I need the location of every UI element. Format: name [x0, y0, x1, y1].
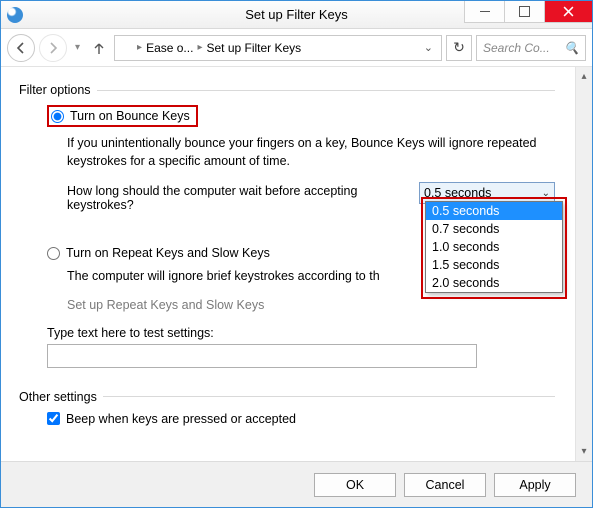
dropdown-option[interactable]: 0.5 seconds — [426, 202, 562, 220]
footer: OK Cancel Apply — [1, 461, 592, 507]
group-filter-options-label: Filter options — [19, 83, 91, 97]
repeat-keys-label: Turn on Repeat Keys and Slow Keys — [66, 246, 270, 260]
close-icon — [563, 6, 574, 17]
chevron-right-icon: ▸ — [197, 42, 202, 53]
bounce-keys-label: Turn on Bounce Keys — [70, 109, 190, 123]
scroll-down-icon[interactable]: ▾ — [581, 442, 586, 461]
group-filter-options: Filter options — [19, 83, 555, 97]
back-button[interactable] — [7, 34, 35, 62]
setup-repeat-keys-link[interactable]: Set up Repeat Keys and Slow Keys — [67, 298, 555, 312]
search-input[interactable]: Search Co... 🔍 — [476, 35, 586, 61]
dropdown-option[interactable]: 0.7 seconds — [426, 220, 562, 238]
cancel-button[interactable]: Cancel — [404, 473, 486, 497]
wait-duration-value: 0.5 seconds — [424, 186, 491, 200]
scrollbar[interactable]: ▴ ▾ — [575, 67, 592, 461]
recent-locations-icon[interactable]: ▾ — [75, 42, 80, 53]
magnify-icon: 🔍 — [564, 41, 579, 55]
beep-checkbox[interactable] — [47, 412, 60, 425]
repeat-keys-radio[interactable] — [47, 247, 60, 260]
test-input[interactable] — [47, 344, 477, 368]
apply-button[interactable]: Apply — [494, 473, 576, 497]
ok-button[interactable]: OK — [314, 473, 396, 497]
wait-duration-dropdown[interactable]: 0.5 seconds 0.7 seconds 1.0 seconds 1.5 … — [425, 201, 563, 293]
breadcrumb[interactable]: ▸ Ease o... ▸ Set up Filter Keys ⌄ — [114, 35, 442, 61]
refresh-button[interactable]: ↻ — [446, 35, 472, 61]
refresh-icon: ↻ — [453, 39, 465, 56]
scroll-up-icon[interactable]: ▴ — [581, 67, 586, 86]
chevron-down-icon: ⌄ — [542, 188, 550, 199]
titlebar: Set up Filter Keys — [1, 1, 592, 29]
arrow-right-icon — [46, 41, 60, 55]
bounce-keys-radio[interactable] — [51, 110, 64, 123]
breadcrumb-current[interactable]: Set up Filter Keys — [206, 41, 301, 55]
app-icon — [7, 7, 23, 23]
arrow-left-icon — [14, 41, 28, 55]
breadcrumb-dropdown-icon[interactable]: ⌄ — [420, 41, 437, 54]
close-button[interactable] — [544, 1, 592, 23]
up-button[interactable] — [88, 37, 110, 59]
wait-question: How long should the computer wait before… — [67, 182, 411, 212]
dropdown-option[interactable]: 2.0 seconds — [426, 274, 562, 292]
search-placeholder: Search Co... — [483, 41, 550, 55]
bounce-keys-highlight: Turn on Bounce Keys — [47, 105, 198, 127]
maximize-button[interactable] — [504, 1, 544, 23]
arrow-up-icon — [92, 41, 106, 55]
chevron-right-icon: ▸ — [137, 42, 142, 53]
dropdown-option[interactable]: 1.0 seconds — [426, 238, 562, 256]
test-label: Type text here to test settings: — [47, 326, 555, 340]
breadcrumb-parent[interactable]: Ease o... — [146, 41, 193, 55]
beep-label: Beep when keys are pressed or accepted — [66, 412, 296, 426]
dropdown-option[interactable]: 1.5 seconds — [426, 256, 562, 274]
navbar: ▾ ▸ Ease o... ▸ Set up Filter Keys ⌄ ↻ S… — [1, 29, 592, 67]
minimize-button[interactable] — [464, 1, 504, 23]
ease-of-access-icon — [119, 41, 133, 55]
forward-button[interactable] — [39, 34, 67, 62]
bounce-keys-description: If you unintentionally bounce your finge… — [67, 135, 555, 170]
group-other-settings: Other settings — [19, 390, 555, 404]
group-other-settings-label: Other settings — [19, 390, 97, 404]
